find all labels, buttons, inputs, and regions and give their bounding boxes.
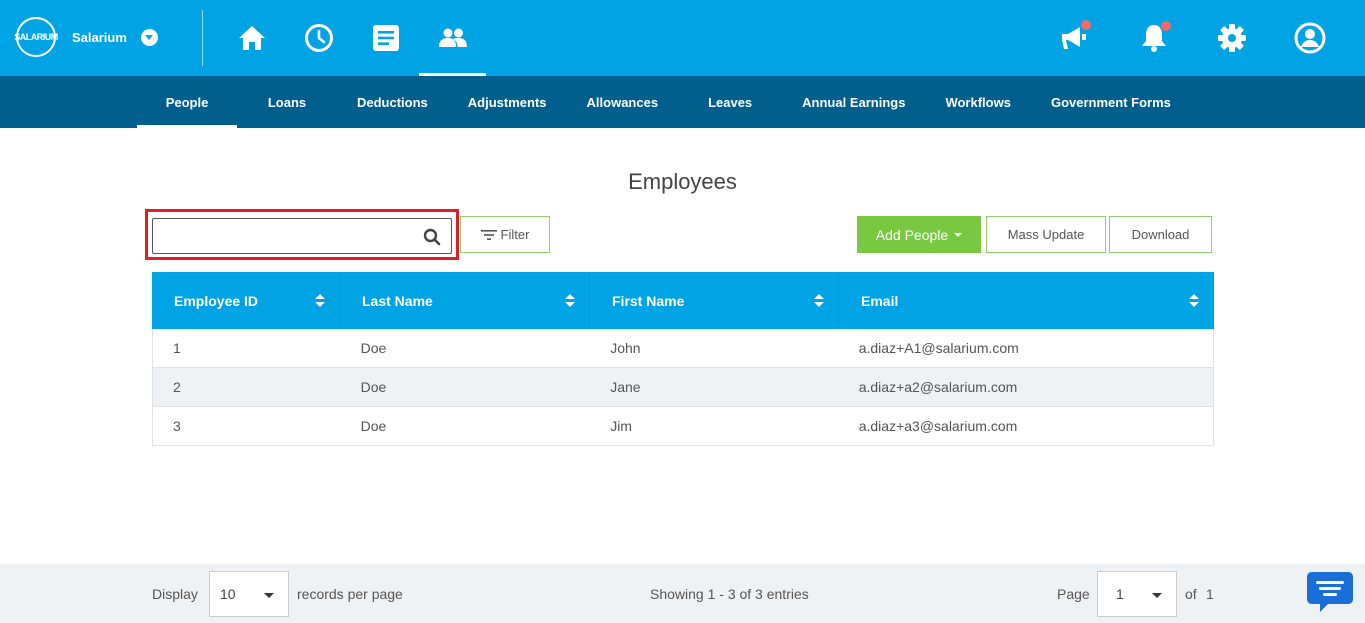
filter-label: Filter (500, 227, 530, 242)
display-label: Display (152, 586, 198, 602)
tab-adjustments[interactable]: Adjustments (448, 76, 567, 128)
tab-loans[interactable]: Loans (237, 76, 337, 128)
sort-icon[interactable] (814, 294, 824, 308)
page-label: Page (1057, 586, 1090, 602)
brand-switcher[interactable]: SALARIUM Salarium (14, 17, 158, 57)
cell-last-name: Doe (360, 379, 387, 395)
page-title: Employees (628, 169, 737, 194)
cell-email: a.diaz+a2@salarium.com (858, 379, 1018, 395)
tab-government-forms[interactable]: Government Forms (1031, 76, 1191, 128)
column-last-name[interactable]: Last Name (340, 272, 590, 329)
gear-icon (1218, 24, 1246, 52)
chevron-down-icon[interactable] (140, 28, 158, 46)
profile-button[interactable] (1271, 0, 1349, 76)
search-highlight (145, 209, 459, 260)
per-page-value: 10 (220, 586, 236, 602)
cell-employee-id: 1 (173, 340, 181, 356)
tab-annual-earnings[interactable]: Annual Earnings (782, 76, 925, 128)
cell-email: a.diaz+a3@salarium.com (858, 418, 1018, 434)
user-icon (1294, 22, 1326, 54)
cell-first-name: Jane (610, 379, 641, 395)
nav-people[interactable] (419, 0, 486, 76)
add-people-button[interactable]: Add People (857, 216, 981, 253)
right-nav (1037, 0, 1349, 76)
salarium-logo: SALARIUM (14, 17, 58, 57)
cell-employee-id: 3 (173, 418, 181, 434)
divider (202, 10, 203, 66)
tab-leaves[interactable]: Leaves (678, 76, 782, 128)
employees-table: Employee ID Last Name First Name Email 1… (152, 272, 1214, 446)
column-label: First Name (612, 292, 685, 309)
sub-nav: People Loans Deductions Adjustments Allo… (0, 76, 1365, 128)
tab-deductions[interactable]: Deductions (337, 76, 448, 128)
caret-down-icon (1152, 593, 1162, 598)
column-label: Employee ID (174, 292, 259, 309)
column-label: Email (861, 292, 899, 309)
search-input[interactable] (152, 218, 452, 254)
column-first-name[interactable]: First Name (590, 272, 839, 329)
table-row[interactable]: 1 Doe John a.diaz+A1@salarium.com (152, 329, 1214, 368)
brand-name: Salarium (72, 29, 127, 45)
notification-dot (1161, 21, 1171, 31)
document-icon (372, 25, 399, 51)
showing-entries: Showing 1 - 3 of 3 entries (650, 586, 809, 602)
column-label: Last Name (362, 292, 433, 309)
add-people-label: Add People (875, 226, 949, 243)
caret-down-icon (954, 232, 963, 237)
settings-button[interactable] (1193, 0, 1271, 76)
page-value: 1 (1116, 586, 1124, 602)
sort-icon[interactable] (565, 294, 575, 308)
cell-last-name: Doe (360, 418, 387, 434)
cell-email: a.diaz+A1@salarium.com (858, 340, 1019, 356)
cell-first-name: John (610, 340, 641, 356)
tab-workflows[interactable]: Workflows (925, 76, 1031, 128)
sort-icon[interactable] (315, 294, 325, 308)
cell-first-name: Jim (610, 418, 632, 434)
download-button[interactable]: Download (1109, 216, 1212, 253)
cell-last-name: Doe (360, 340, 387, 356)
people-icon (438, 28, 467, 47)
sort-icon[interactable] (1189, 294, 1199, 308)
announcements-button[interactable] (1037, 0, 1115, 76)
top-bar: SALARIUM Salarium (0, 0, 1365, 76)
notification-dot (1081, 20, 1091, 30)
nav-documents[interactable] (352, 0, 419, 76)
nav-home[interactable] (218, 0, 285, 76)
page-select[interactable]: 1 (1097, 571, 1177, 617)
cell-employee-id: 2 (173, 379, 181, 395)
table-row[interactable]: 3 Doe Jim a.diaz+a3@salarium.com (152, 407, 1214, 446)
tab-people[interactable]: People (137, 76, 237, 128)
nav-time[interactable] (285, 0, 352, 76)
caret-down-icon (264, 593, 274, 598)
table-header: Employee ID Last Name First Name Email (152, 272, 1214, 329)
filter-icon (480, 229, 497, 240)
mass-update-button[interactable]: Mass Update (986, 216, 1106, 253)
chat-icon[interactable] (1306, 570, 1354, 614)
search-icon[interactable] (423, 228, 441, 246)
home-icon (238, 26, 265, 50)
notifications-button[interactable] (1115, 0, 1193, 76)
table-row[interactable]: 2 Doe Jane a.diaz+a2@salarium.com (152, 368, 1214, 407)
total-pages: 1 (1206, 586, 1214, 602)
filter-button[interactable]: Filter (460, 216, 550, 253)
pagination-footer: Display 10 records per page Showing 1 - … (0, 564, 1365, 623)
clock-icon (304, 24, 333, 52)
of-label: of (1185, 586, 1197, 602)
main-nav (218, 0, 486, 76)
records-per-page-label: records per page (297, 586, 403, 602)
tab-allowances[interactable]: Allowances (567, 76, 679, 128)
column-email[interactable]: Email (839, 272, 1214, 329)
column-employee-id[interactable]: Employee ID (152, 272, 340, 329)
per-page-select[interactable]: 10 (209, 571, 289, 617)
